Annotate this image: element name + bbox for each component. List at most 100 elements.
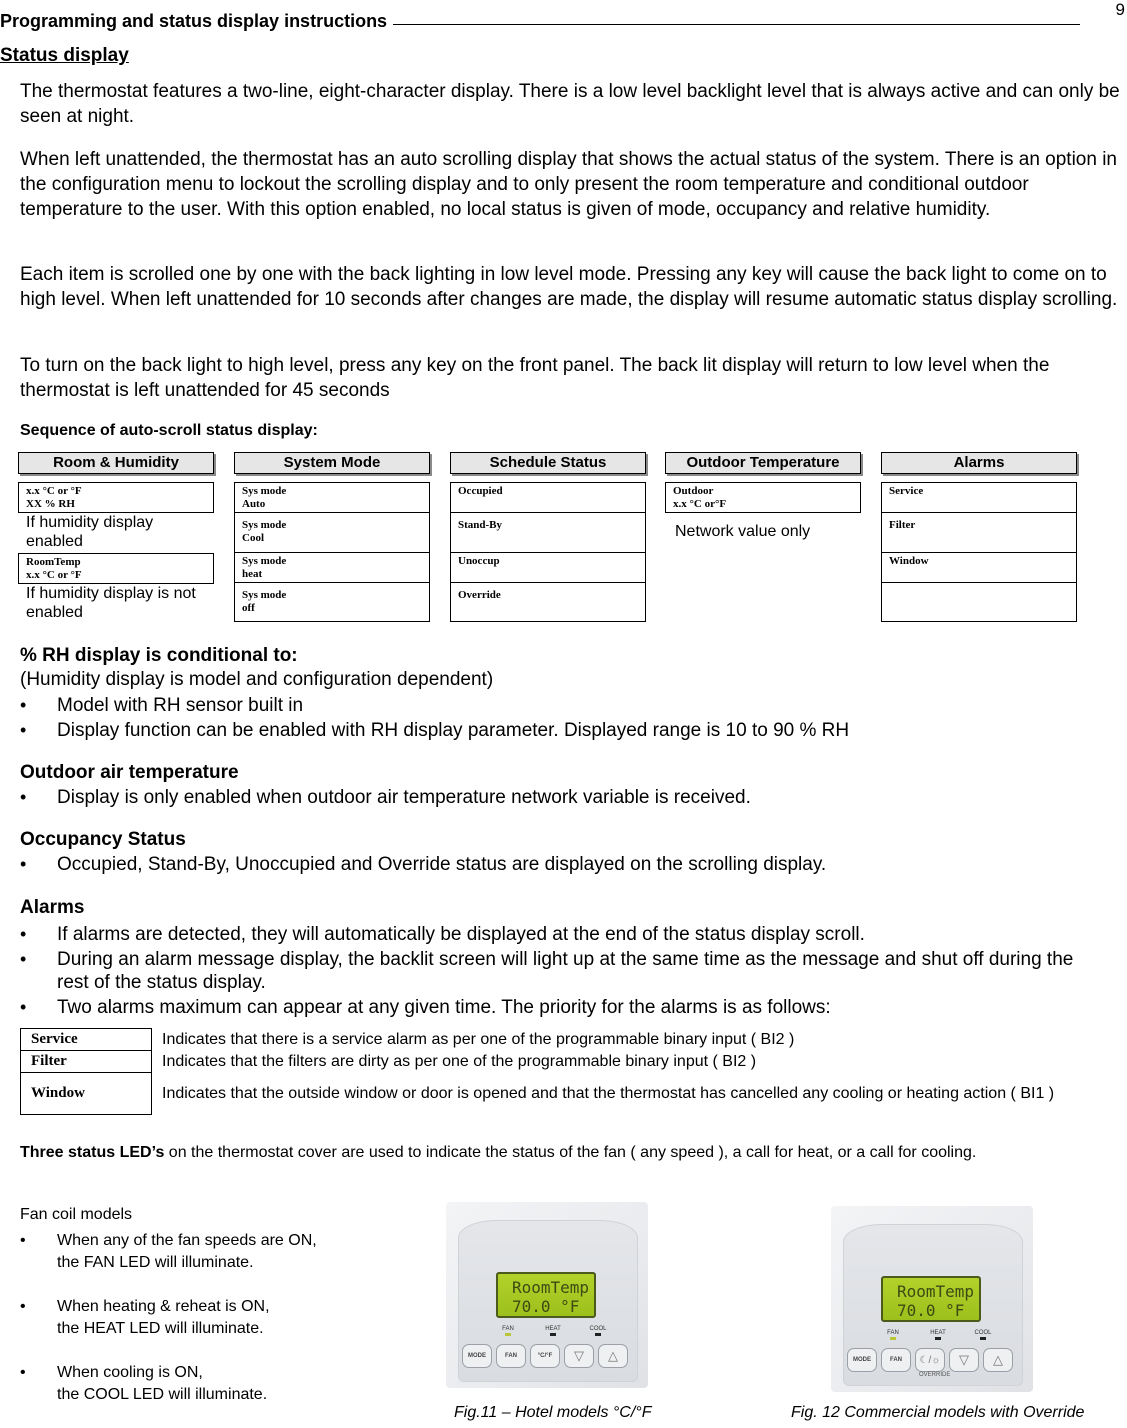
seq-box-line: Sys mode: [242, 589, 287, 601]
led-dot-off: [550, 1333, 556, 1336]
up-arrow-icon: △: [983, 1348, 1013, 1372]
outdoor-bullet: Display is only enabled when outdoor air…: [20, 786, 751, 809]
seq-box-line: heat: [242, 568, 263, 580]
bullet-line: When heating & reheat is ON,: [57, 1298, 270, 1315]
led-label: COOL: [589, 1326, 607, 1332]
rh-bullet-list: Model with RH sensor built in Display fu…: [20, 694, 849, 742]
mode-button: MODE: [847, 1348, 877, 1372]
led-paragraph: Three status LED’s on the thermostat cov…: [20, 1141, 1100, 1164]
fan-coil-bullet-list: When any of the fan speeds are ON, the F…: [20, 1230, 420, 1428]
fan-button: FAN: [496, 1344, 526, 1368]
lcd-line: 70.0 °F: [897, 1301, 965, 1320]
occupancy-heading: Occupancy Status: [20, 829, 186, 850]
fan-coil-bullet: When heating & reheat is ON, the HEAT LE…: [20, 1296, 420, 1340]
seq-box-sysmode-off: Sys mode off: [234, 583, 430, 622]
lcd-line: RoomTemp: [512, 1278, 590, 1297]
sequence-heading: Sequence of auto-scroll status display:: [20, 422, 318, 439]
led-indicators: FAN HEAT COOL: [883, 1330, 993, 1340]
bullet-line: When cooling is ON,: [57, 1364, 203, 1381]
mode-button: MODE: [462, 1344, 492, 1368]
paragraph-backlight: The thermostat features a two-line, eigh…: [20, 81, 1120, 127]
figure-caption: Fig.11 – Hotel models °C/°F: [454, 1404, 652, 1421]
seq-box-filter: Filter: [881, 513, 1077, 553]
down-arrow-icon: ▽: [564, 1344, 594, 1368]
seq-header-schedule-status: Schedule Status: [450, 452, 646, 474]
thermostat-photo-commercial: RoomTemp 70.0 °F FAN HEAT COOL MODE FAN ☾…: [831, 1206, 1033, 1392]
seq-header-outdoor-temperature: Outdoor Temperature: [665, 452, 861, 474]
occupancy-bullet: Occupied, Stand-By, Unoccupied and Overr…: [20, 853, 826, 876]
alarms-bullet: During an alarm message display, the bac…: [20, 948, 1100, 994]
alarm-row: Filter Indicates that the filters are di…: [20, 1050, 1064, 1073]
seq-header-room-humidity: Room & Humidity: [18, 452, 214, 474]
paragraph-auto-scroll: When left unattended, the thermostat has…: [20, 149, 1117, 220]
seq-box-unoccup: Unoccup: [450, 553, 646, 583]
lcd-line: RoomTemp: [897, 1282, 975, 1301]
seq-note-network-value: Network value only: [675, 523, 811, 540]
seq-box-line: x.x °C or °F: [26, 569, 82, 581]
led-indicators: FAN HEAT COOL: [498, 1326, 608, 1336]
bullet-line: the HEAT LED will illuminate.: [57, 1320, 264, 1337]
seq-box-line: Auto: [242, 498, 266, 510]
seq-box-line: Sys mode: [242, 485, 287, 497]
down-arrow-icon: ▽: [949, 1348, 979, 1372]
paragraph-scroll-items: Each item is scrolled one by one with th…: [20, 264, 1118, 310]
led-fan: FAN: [498, 1326, 518, 1336]
thermostat-photo-hotel: RoomTemp 70.0 °F FAN HEAT COOL MODE FAN °…: [446, 1202, 648, 1388]
led-fan: FAN: [883, 1330, 903, 1340]
led-cool: COOL: [973, 1330, 993, 1340]
led-text: on the thermostat cover are used to indi…: [164, 1144, 977, 1161]
seq-box-occupied: Occupied: [450, 482, 646, 513]
alarms-bullet-list: If alarms are detected, they will automa…: [20, 923, 1100, 1019]
led-dot-off: [935, 1337, 941, 1340]
override-label: OVERRIDE: [919, 1372, 951, 1378]
seq-box-outdoor: Outdoor x.x °C or°F: [665, 482, 861, 513]
seq-header-alarms: Alarms: [881, 452, 1077, 474]
seq-box-sysmode-cool: Sys mode Cool: [234, 513, 430, 553]
seq-box-window: Window: [881, 553, 1077, 583]
fan-coil-title: Fan coil models: [20, 1206, 133, 1223]
seq-header-system-mode: System Mode: [234, 452, 430, 474]
led-label: COOL: [974, 1330, 992, 1336]
alarm-description: Indicates that the filters are dirty as …: [162, 1052, 757, 1070]
outdoor-heading: Outdoor air temperature: [20, 762, 239, 783]
seq-box-sysmode-heat: Sys mode heat: [234, 553, 430, 583]
outdoor-bullet-list: Display is only enabled when outdoor air…: [20, 786, 751, 809]
override-moon-sun-icon: ☾/☼: [915, 1348, 945, 1372]
thermostat-buttons: MODE FAN °C/°F ▽ △: [462, 1344, 628, 1368]
subsection-title: Status display: [0, 45, 129, 66]
alarm-description: Indicates that the outside window or doo…: [162, 1084, 1055, 1102]
section-header: Programming and status display instructi…: [0, 11, 1080, 32]
alarm-name: Filter: [20, 1050, 152, 1073]
section-title: Programming and status display instructi…: [0, 11, 388, 31]
seq-box-roomtemp: RoomTemp x.x °C or °F: [18, 553, 214, 584]
led-label: FAN: [502, 1326, 514, 1332]
led-dot-on: [890, 1337, 896, 1340]
rh-heading: % RH display is conditional to:: [20, 645, 298, 666]
seq-box-sysmode-auto: Sys mode Auto: [234, 482, 430, 513]
bullet-line: When any of the fan speeds are ON,: [57, 1232, 317, 1249]
seq-box-line: XX % RH: [26, 498, 75, 510]
seq-box-line: Cool: [242, 532, 264, 544]
seq-note-humidity-disabled: If humidity display is not enabled: [26, 585, 196, 621]
seq-box-empty: [881, 583, 1077, 622]
seq-box-line: Sys mode: [242, 555, 287, 567]
seq-column-alarms: Alarms Service Filter Window: [881, 452, 1077, 622]
page-number: 9: [1115, 0, 1125, 19]
fan-coil-bullet: When cooling is ON, the COOL LED will il…: [20, 1362, 420, 1406]
seq-box-service: Service: [881, 482, 1077, 513]
led-heat: HEAT: [928, 1330, 948, 1340]
bullet-line: the FAN LED will illuminate.: [57, 1254, 254, 1271]
seq-box-standby: Stand-By: [450, 513, 646, 553]
occupancy-bullet-list: Occupied, Stand-By, Unoccupied and Overr…: [20, 853, 826, 876]
seq-box-line: Sys mode: [242, 519, 287, 531]
lcd-line: 70.0 °F: [512, 1297, 580, 1316]
led-label: FAN: [887, 1330, 899, 1336]
alarms-bullet: If alarms are detected, they will automa…: [20, 923, 1100, 946]
alarm-description: Indicates that there is a service alarm …: [162, 1030, 795, 1048]
seq-column-system-mode: System Mode Sys mode Auto Sys mode Cool …: [234, 452, 430, 622]
rh-bullet: Model with RH sensor built in: [20, 694, 849, 717]
lcd-display: RoomTemp 70.0 °F: [881, 1276, 981, 1322]
alarms-bullet: Two alarms maximum can appear at any giv…: [20, 996, 1100, 1019]
seq-column-schedule-status: Schedule Status Occupied Stand-By Unoccu…: [450, 452, 646, 622]
alarm-name: Service: [20, 1028, 152, 1051]
